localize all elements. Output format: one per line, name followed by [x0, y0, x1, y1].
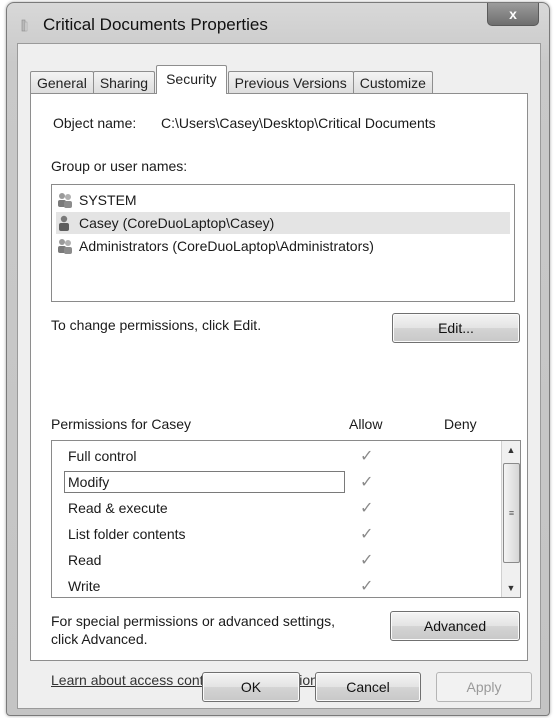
tab-sharing[interactable]: Sharing: [92, 71, 156, 94]
change-permissions-text: To change permissions, click Edit.: [51, 317, 262, 333]
permission-row-read: Read ✓: [52, 548, 498, 574]
cancel-button[interactable]: Cancel: [315, 672, 421, 702]
user-icon: [59, 215, 69, 231]
ok-button[interactable]: OK: [202, 672, 300, 702]
list-item-casey[interactable]: Casey (CoreDuoLaptop\Casey): [56, 212, 510, 234]
user-name: SYSTEM: [79, 192, 137, 208]
permission-name: Read & execute: [68, 500, 168, 516]
security-tab-panel: Object name: C:\Users\Casey\Desktop\Crit…: [30, 93, 528, 688]
permission-name: Write: [68, 578, 101, 594]
properties-dialog: Critical Documents Properties x General …: [6, 2, 550, 716]
close-button[interactable]: x: [487, 3, 539, 26]
scroll-thumb[interactable]: ≡: [503, 463, 520, 563]
title-bar[interactable]: Critical Documents Properties x: [7, 3, 549, 43]
special-permissions-text-line2: click Advanced.: [51, 631, 148, 647]
deny-column-header: Deny: [444, 416, 477, 432]
permissions-scrollbar[interactable]: ▲ ≡ ▼: [501, 441, 520, 597]
grip-icon: ≡: [508, 508, 515, 518]
scroll-up-arrow-icon[interactable]: ▲: [502, 441, 520, 459]
user-name: Casey (CoreDuoLaptop\Casey): [79, 215, 275, 231]
advanced-button[interactable]: Advanced: [390, 611, 520, 641]
allow-checkmark-icon: ✓: [360, 578, 374, 595]
permission-row-list-folder-contents: List folder contents ✓: [52, 522, 498, 548]
permissions-for-label: Permissions for Casey: [51, 416, 192, 432]
permission-name: List folder contents: [68, 526, 186, 542]
permission-row-write: Write ✓: [52, 574, 498, 597]
permission-row-modify: Modify ✓: [52, 470, 498, 496]
apply-button[interactable]: Apply: [436, 672, 532, 702]
allow-checkmark-icon: ✓: [360, 448, 374, 465]
allow-checkmark-icon: ✓: [360, 526, 374, 543]
tab-previous-versions[interactable]: Previous Versions: [227, 71, 354, 94]
special-permissions-text-line1: For special permissions or advanced sett…: [51, 613, 336, 629]
list-item-system[interactable]: SYSTEM: [56, 189, 510, 211]
tab-strip: General Sharing Security Previous Versio…: [30, 65, 433, 94]
users-group-icon: [58, 193, 72, 208]
object-name-label: Object name:: [53, 115, 137, 131]
allow-checkmark-icon: ✓: [360, 500, 374, 517]
user-name: Administrators (CoreDuoLaptop\Administra…: [79, 238, 374, 254]
users-group-icon: [58, 239, 72, 254]
edit-button[interactable]: Edit...: [392, 313, 520, 343]
permission-name: Read: [68, 552, 102, 568]
scroll-down-arrow-icon[interactable]: ▼: [502, 579, 520, 597]
group-user-label: Group or user names:: [51, 158, 188, 174]
tab-security[interactable]: Security: [156, 65, 227, 94]
object-name-value: C:\Users\Casey\Desktop\Critical Document…: [161, 115, 436, 131]
dialog-client-area: General Sharing Security Previous Versio…: [17, 43, 541, 709]
permission-row-full-control: Full control ✓: [52, 444, 498, 470]
tab-general[interactable]: General: [30, 71, 94, 94]
list-item-administrators[interactable]: Administrators (CoreDuoLaptop\Administra…: [56, 235, 510, 257]
permission-name: Modify: [64, 471, 345, 493]
tab-customize[interactable]: Customize: [352, 71, 433, 94]
allow-checkmark-icon: ✓: [360, 474, 374, 491]
allow-checkmark-icon: ✓: [360, 552, 374, 569]
folder-icon: [21, 19, 28, 32]
permissions-list[interactable]: Full control ✓ Modify ✓ Read & execute ✓…: [51, 440, 521, 598]
permission-row-read-execute: Read & execute ✓: [52, 496, 498, 522]
allow-column-header: Allow: [349, 416, 383, 432]
permission-name: Full control: [68, 448, 137, 464]
group-user-list[interactable]: SYSTEM Casey (CoreDuoLaptop\Casey) Admin…: [51, 184, 515, 302]
window-title: Critical Documents Properties: [43, 15, 268, 34]
